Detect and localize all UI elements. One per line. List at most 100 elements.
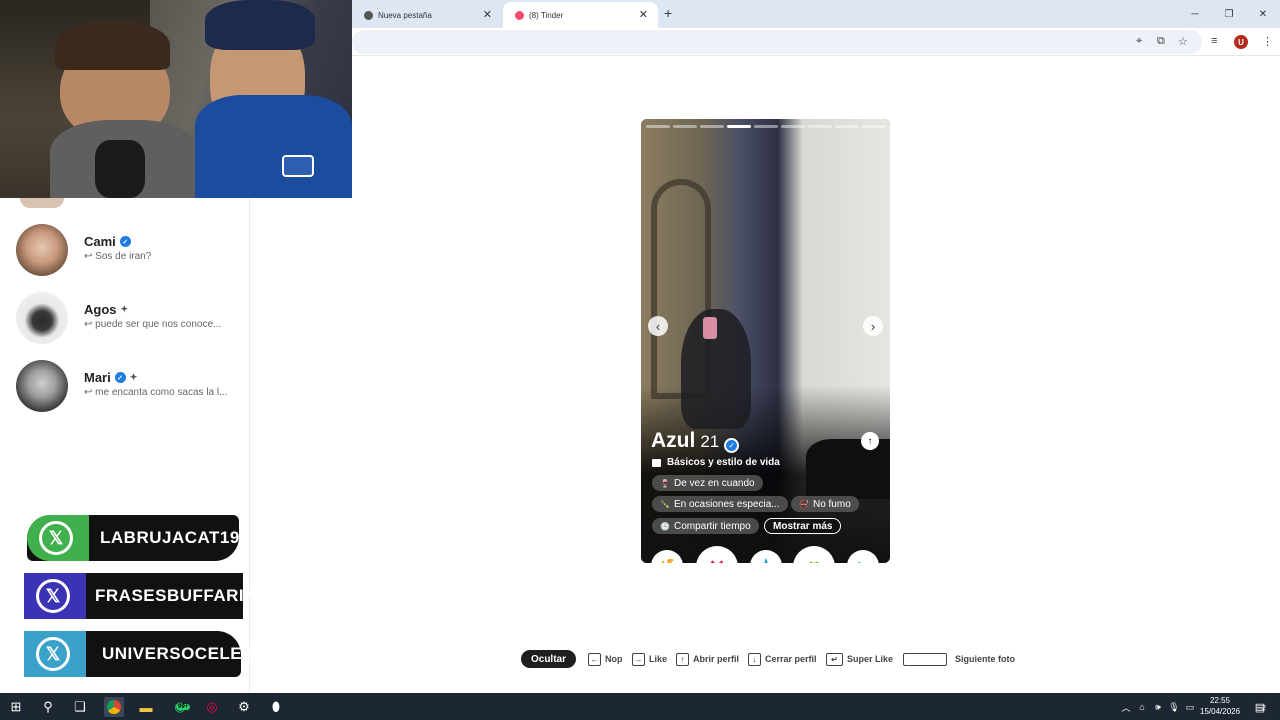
contact-name-text: Agos [84,302,117,317]
verified-badge-icon: ✓ [724,438,740,453]
file-explorer-icon[interactable]: ▬ [136,697,156,717]
url-field[interactable] [352,30,1202,54]
hint-open-profile: ↑ Abrir perfil [676,649,739,669]
new-tab-button[interactable]: + [664,5,672,21]
obs-icon[interactable]: ◎ [202,697,222,717]
tag-icon [652,458,661,467]
conversation-item[interactable]: Mari ✓ ✦ ↩ me encanta como sacas la l... [16,360,246,412]
avatar [20,198,64,208]
photo-progress-segment [727,125,751,128]
photo-progress-segment [700,125,724,128]
search-icon[interactable]: ⚲ [38,697,58,717]
space-key-icon [903,652,947,666]
chrome-icon [364,10,373,20]
hint-like: → Like [632,649,667,669]
chip-label: Compartir tiempo [673,520,751,532]
message-preview: ↩ me encanta como sacas la l... [84,387,228,398]
chrome-taskbar-icon[interactable] [104,697,124,717]
photo-progress [646,125,886,128]
close-tab-icon[interactable]: ✕ [483,8,492,21]
keyboard-shortcuts: ← Nop → Like ↑ Abrir perfil ↓ Cerrar per… [0,649,1280,669]
close-window-button[interactable]: ✕ [1246,0,1280,28]
settings-gear-icon[interactable]: ⚙ [234,697,254,717]
contact-name-text: Mari [84,370,111,385]
task-view-icon[interactable]: ❏ [70,697,90,717]
display-icon[interactable]: ▭ [1180,697,1200,717]
profile-card[interactable]: ‹ › Azul 21 ✓ ↑ Básicos y estilo de vida… [641,119,890,563]
mouse-app-icon[interactable]: ⬮ [266,697,286,717]
social-banner: 𝕏 FRASESBUFFARINI [24,573,262,619]
photo-progress-segment [646,125,670,128]
browser-menu-icon[interactable]: ⋮ [1262,35,1273,48]
screen: Nueva pestaña ✕ (8) Tinder ✕ + ─ ❐ ✕ ⌖ ⧉… [0,0,1280,720]
verified-badge-icon: ✓ [114,372,126,383]
chip-drinking: 🍷 De vez en cuando [652,475,763,491]
banner-handle: LABRUJACAT1913 [100,528,260,547]
bookmark-star-icon[interactable]: ☆ [1178,35,1188,48]
close-tab-icon[interactable]: ✕ [639,8,648,21]
chip-occasions: 🍾 En ocasiones especia... [652,496,788,512]
tab-new-tab[interactable]: Nueva pestaña ✕ [352,2,502,28]
hint-label: Super Like [847,654,894,664]
chrome-logo-icon [107,700,121,714]
profile-avatar[interactable]: U [1234,35,1248,49]
avatar [16,360,68,412]
windows-start-icon[interactable]: ⊞ [6,697,26,717]
photo-detail [703,317,717,339]
show-more-button[interactable]: Mostrar más [764,518,842,534]
clock-date: 15/04/2026 [1200,707,1241,716]
social-banner: 𝕏 LABRUJACAT1913 [27,515,259,561]
chip-label: No fumo [812,498,851,510]
photo-progress-segment [808,125,832,128]
hint-label: Abrir perfil [693,654,740,664]
bottle-icon: 🍾 [660,499,670,509]
notification-center-icon[interactable]: ▤ [1250,697,1270,717]
webcam-overlay [0,0,352,198]
notification-badge: 99+ [176,704,191,710]
tab-title: Nueva pestaña [378,10,432,20]
profile-section-title: Básicos y estilo de vida [652,457,780,468]
left-arrow-key-icon: ← [588,652,601,666]
avatar [16,224,68,276]
contact-name: Mari ✓ ✦ [84,370,137,385]
clock-icon: 🕓 [660,521,670,531]
hint-label: Nop [605,654,623,664]
message-preview: ↩ puede ser que nos conoce... [84,319,222,330]
up-arrow-key-icon: ↑ [676,652,689,666]
previous-photo-button[interactable]: ‹ [648,316,668,336]
hint-label: Cerrar perfil [765,654,817,664]
down-arrow-key-icon: ↓ [748,652,761,666]
restore-button[interactable]: ❐ [1212,0,1246,28]
glass-icon: 🍷 [660,478,670,488]
notification-count: 2 [1262,705,1266,712]
avatar [16,292,68,344]
smoke-icon: 🚭 [799,499,809,509]
x-logo-icon: 𝕏 [36,579,70,613]
hint-label: Siguiente foto [955,654,1015,664]
hint-close-profile: ↓ Cerrar perfil [748,649,817,669]
x-logo-icon: 𝕏 [39,521,73,555]
photo-progress-segment [754,125,778,128]
vibe-icon: ✦ [120,304,129,314]
banner-handle: FRASESBUFFARINI [95,586,263,605]
clock-time: 22:55 [1209,696,1231,705]
minimize-button[interactable]: ─ [1178,0,1212,28]
chip-smoking: 🚭 No fumo [791,496,859,512]
install-app-icon[interactable]: ⧉ [1157,35,1165,48]
contact-name: Cami ✓ [84,234,131,249]
conversation-item[interactable]: Agos ✦ ↩ puede ser que nos conoce... [16,292,246,344]
open-profile-arrow-icon[interactable]: ↑ [861,432,879,450]
conversation-item[interactable]: Cami ✓ ↩ Sos de iran? [16,224,246,276]
chip-label: En ocasiones especia... [673,498,780,510]
vibe-icon: ✦ [129,372,138,382]
reading-list-icon[interactable]: ≡ [1211,35,1217,47]
photo-progress-segment [862,125,886,128]
next-photo-button[interactable]: › [863,316,883,336]
profile-name-row: Azul 21 ✓ [651,429,740,453]
tab-tinder[interactable]: (8) Tinder ✕ [503,2,658,28]
enter-key-icon: ↵ [826,652,843,666]
photo-progress-segment [781,125,805,128]
hint-nope: ← Nop [588,649,623,669]
location-icon[interactable]: ⌖ [1136,35,1142,48]
system-clock[interactable]: 22:55 15/04/2026 [1200,695,1240,717]
